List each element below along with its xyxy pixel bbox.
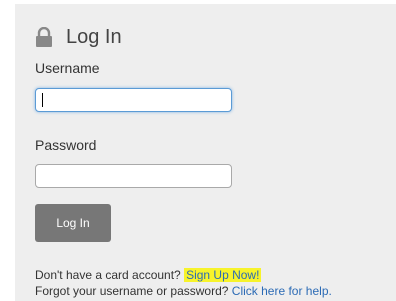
username-input[interactable]: [35, 88, 232, 112]
help-line: Forgot your username or password? Click …: [35, 284, 332, 298]
page-title: Log In: [66, 26, 122, 48]
username-label: Username: [35, 60, 100, 76]
no-account-text: Don't have a card account?: [35, 268, 181, 282]
signup-line: Don't have a card account? Sign Up Now!: [35, 268, 262, 282]
password-label: Password: [35, 137, 97, 153]
login-header: Log In: [35, 24, 122, 50]
forgot-text: Forgot your username or password?: [35, 284, 229, 298]
text-cursor: [42, 93, 43, 107]
login-button[interactable]: Log In: [35, 204, 111, 242]
password-input[interactable]: [35, 164, 232, 188]
login-panel: Log In Username Password Log In Don't ha…: [15, 4, 396, 301]
lock-icon: [36, 27, 52, 47]
help-link[interactable]: Click here for help.: [232, 284, 332, 298]
signup-link[interactable]: Sign Up Now!: [184, 268, 262, 282]
